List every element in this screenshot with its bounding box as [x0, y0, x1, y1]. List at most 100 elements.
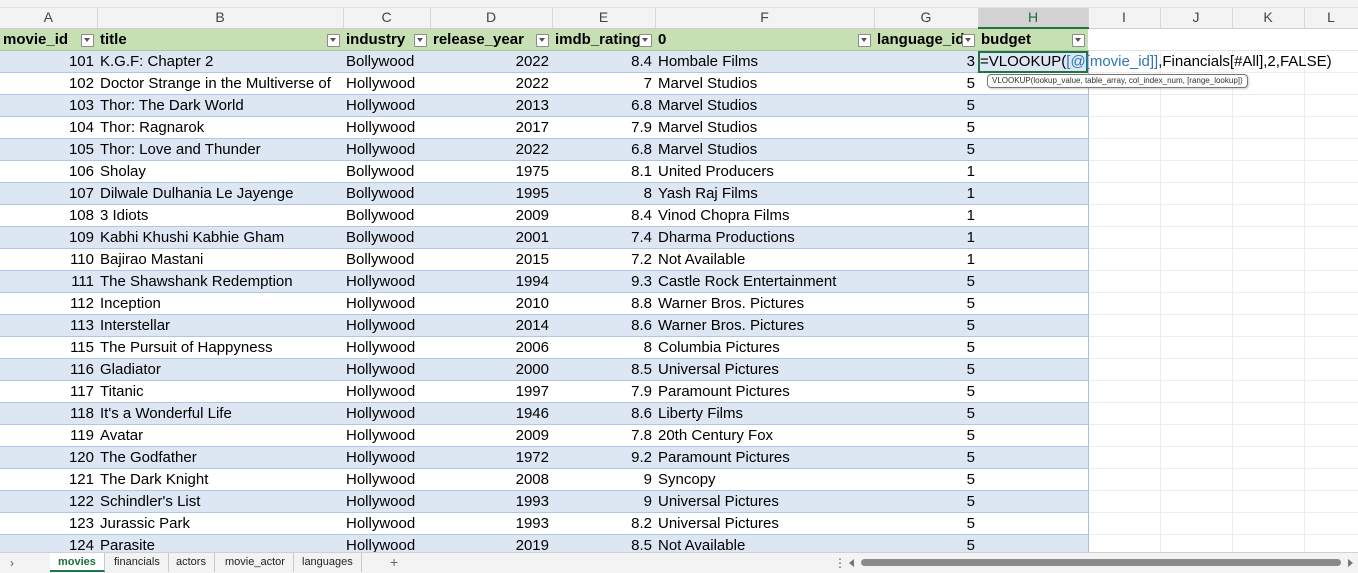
cell-language-id[interactable]: 3: [874, 50, 978, 73]
empty-cell[interactable]: [1304, 446, 1358, 469]
cell-release-year[interactable]: 2017: [430, 116, 552, 139]
cell-title[interactable]: The Dark Knight: [97, 468, 343, 491]
cell-industry[interactable]: Hollywood: [343, 424, 430, 447]
cell-industry[interactable]: Bollywood: [343, 50, 430, 73]
cell-budget[interactable]: [978, 204, 1089, 227]
cell-budget[interactable]: [978, 446, 1089, 469]
cell-movie-id[interactable]: 121: [0, 468, 97, 491]
cell-release-year[interactable]: 2019: [430, 534, 552, 552]
cell-language-id[interactable]: 5: [874, 270, 978, 293]
empty-cell[interactable]: [1232, 204, 1305, 227]
empty-cell[interactable]: [1232, 402, 1305, 425]
column-header-k[interactable]: K: [1232, 8, 1305, 29]
empty-cell[interactable]: [1304, 116, 1358, 139]
empty-cell[interactable]: [1304, 490, 1358, 513]
cell-movie-id[interactable]: 122: [0, 490, 97, 513]
cell-industry[interactable]: Hollywood: [343, 446, 430, 469]
cell-language-id[interactable]: 5: [874, 468, 978, 491]
cell-budget[interactable]: [978, 270, 1089, 293]
cell-title[interactable]: Avatar: [97, 424, 343, 447]
column-header-i[interactable]: I: [1088, 8, 1161, 29]
cell-studio[interactable]: Dharma Productions: [655, 226, 874, 249]
cell-movie-id[interactable]: 120: [0, 446, 97, 469]
empty-cell[interactable]: [1232, 468, 1305, 491]
sheet-tab-languages[interactable]: languages: [294, 553, 362, 572]
empty-cell[interactable]: [1160, 512, 1233, 535]
cell-studio[interactable]: Universal Pictures: [655, 490, 874, 513]
empty-cell[interactable]: [1232, 270, 1305, 293]
cell-movie-id[interactable]: 110: [0, 248, 97, 271]
cell-industry[interactable]: Hollywood: [343, 138, 430, 161]
cell-title[interactable]: Dilwale Dulhania Le Jayenge: [97, 182, 343, 205]
cell-release-year[interactable]: 2008: [430, 468, 552, 491]
filter-dropdown-icon[interactable]: [414, 33, 427, 47]
cell-title[interactable]: Titanic: [97, 380, 343, 403]
empty-cell[interactable]: [1232, 182, 1305, 205]
cell-language-id[interactable]: 5: [874, 116, 978, 139]
cell-movie-id[interactable]: 102: [0, 72, 97, 95]
column-header-f[interactable]: F: [655, 8, 875, 29]
cell-movie-id[interactable]: 101: [0, 50, 97, 73]
column-header-h[interactable]: H: [978, 8, 1089, 29]
empty-cell[interactable]: [1304, 226, 1358, 249]
cell-studio[interactable]: Paramount Pictures: [655, 380, 874, 403]
cell-title[interactable]: Thor: The Dark World: [97, 94, 343, 117]
cell-language-id[interactable]: 5: [874, 512, 978, 535]
cell-release-year[interactable]: 2009: [430, 424, 552, 447]
cell-movie-id[interactable]: 123: [0, 512, 97, 535]
empty-cell[interactable]: [1304, 248, 1358, 271]
cell-studio[interactable]: Warner Bros. Pictures: [655, 314, 874, 337]
cell-budget[interactable]: [978, 116, 1089, 139]
empty-cell[interactable]: [1304, 292, 1358, 315]
cell-release-year[interactable]: 1972: [430, 446, 552, 469]
cell-movie-id[interactable]: 109: [0, 226, 97, 249]
column-header-a[interactable]: A: [0, 8, 98, 29]
cell-imdb-rating[interactable]: 8.6: [552, 402, 655, 425]
cell-industry[interactable]: Bollywood: [343, 182, 430, 205]
cell-movie-id[interactable]: 113: [0, 314, 97, 337]
cell-industry[interactable]: Hollywood: [343, 94, 430, 117]
cell-language-id[interactable]: 5: [874, 138, 978, 161]
cell-language-id[interactable]: 5: [874, 72, 978, 95]
cell-release-year[interactable]: 2009: [430, 204, 552, 227]
cell-release-year[interactable]: 1993: [430, 512, 552, 535]
empty-cell[interactable]: [1088, 490, 1161, 513]
cell-imdb-rating[interactable]: 9.2: [552, 446, 655, 469]
cell-imdb-rating[interactable]: 7: [552, 72, 655, 95]
cell-budget[interactable]: [978, 534, 1089, 552]
filter-dropdown-icon[interactable]: [81, 33, 94, 47]
table-header-cell[interactable]: industry: [343, 28, 430, 51]
cell-release-year[interactable]: 2013: [430, 94, 552, 117]
cell-imdb-rating[interactable]: 7.4: [552, 226, 655, 249]
cell-imdb-rating[interactable]: 9: [552, 468, 655, 491]
empty-cell[interactable]: [1304, 424, 1358, 447]
cell-title[interactable]: 3 Idiots: [97, 204, 343, 227]
cell-imdb-rating[interactable]: 8.4: [552, 204, 655, 227]
empty-cell[interactable]: [1160, 248, 1233, 271]
empty-cell[interactable]: [1304, 402, 1358, 425]
empty-cell[interactable]: [1088, 204, 1161, 227]
cell-imdb-rating[interactable]: 8.8: [552, 292, 655, 315]
cell-release-year[interactable]: 2006: [430, 336, 552, 359]
cell-imdb-rating[interactable]: 8.1: [552, 160, 655, 183]
cell-release-year[interactable]: 2022: [430, 72, 552, 95]
cell-imdb-rating[interactable]: 7.8: [552, 424, 655, 447]
cell-movie-id[interactable]: 112: [0, 292, 97, 315]
cell-release-year[interactable]: 2014: [430, 314, 552, 337]
cell-studio[interactable]: Columbia Pictures: [655, 336, 874, 359]
cell-language-id[interactable]: 5: [874, 534, 978, 552]
empty-cell[interactable]: [1088, 94, 1161, 117]
cell-release-year[interactable]: 2010: [430, 292, 552, 315]
cell-language-id[interactable]: 5: [874, 490, 978, 513]
empty-cell[interactable]: [1088, 248, 1161, 271]
column-header-l[interactable]: L: [1304, 8, 1358, 29]
empty-cell[interactable]: [1088, 160, 1161, 183]
empty-cell[interactable]: [1304, 512, 1358, 535]
cell-movie-id[interactable]: 111: [0, 270, 97, 293]
cell-budget[interactable]: [978, 380, 1089, 403]
cell-budget[interactable]: [978, 424, 1089, 447]
empty-cell[interactable]: [1304, 28, 1358, 51]
cell-industry[interactable]: Bollywood: [343, 204, 430, 227]
cell-release-year[interactable]: 1994: [430, 270, 552, 293]
cell-release-year[interactable]: 1995: [430, 182, 552, 205]
